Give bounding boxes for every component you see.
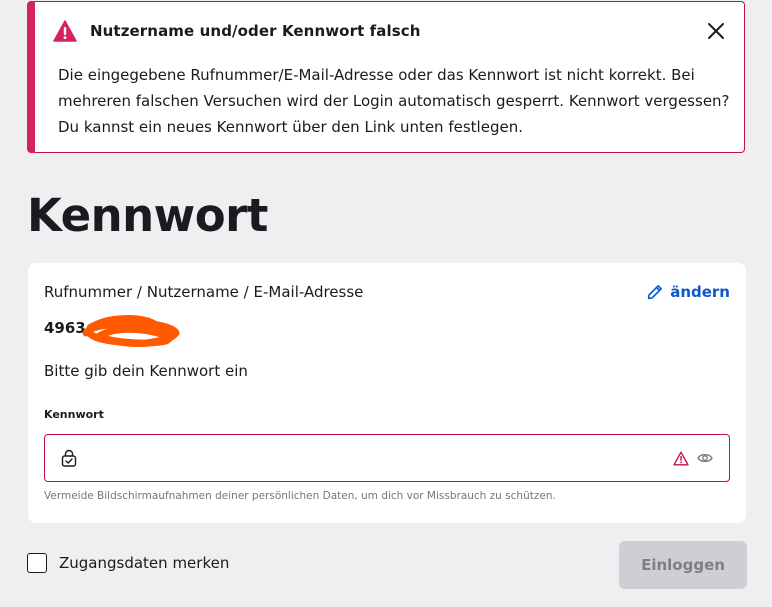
error-alert: Nutzername und/oder Kennwort falsch Die …: [27, 1, 745, 153]
password-input[interactable]: [89, 443, 673, 475]
pencil-icon: [648, 285, 663, 300]
password-label: Kennwort: [44, 408, 104, 421]
alert-message: Die eingegebene Rufnummer/E-Mail-Adresse…: [58, 62, 738, 140]
alert-message-line: Die eingegebene Rufnummer/E-Mail-Adresse…: [58, 66, 695, 84]
change-link-label: ändern: [670, 283, 730, 301]
remember-checkbox[interactable]: [27, 553, 47, 573]
redaction-scribble: [82, 315, 180, 347]
close-icon[interactable]: [706, 21, 726, 41]
alert-title: Nutzername und/oder Kennwort falsch: [90, 22, 421, 40]
lock-icon: [61, 449, 77, 467]
error-icon: [673, 451, 689, 466]
eye-icon[interactable]: [697, 452, 713, 464]
security-hint: Vermeide Bildschirmaufnahmen deiner pers…: [44, 490, 556, 502]
password-prompt: Bitte gib dein Kennwort ein: [44, 362, 248, 380]
alert-message-line: mehreren falschen Versuchen wird der Log…: [58, 92, 730, 110]
identifier-label: Rufnummer / Nutzername / E-Mail-Adresse: [44, 283, 364, 301]
change-identifier-link[interactable]: ändern: [647, 283, 730, 301]
login-button[interactable]: Einloggen: [619, 541, 747, 589]
password-field: [44, 434, 730, 482]
remember-label: Zugangsdaten merken: [59, 554, 230, 572]
login-card: Rufnummer / Nutzername / E-Mail-Adresse …: [28, 263, 746, 523]
remember-credentials[interactable]: Zugangsdaten merken: [27, 553, 229, 573]
warning-triangle-icon: [53, 20, 77, 42]
alert-message-line: Du kannst ein neues Kennwort über den Li…: [58, 118, 523, 136]
page-title: Kennwort: [27, 189, 268, 242]
